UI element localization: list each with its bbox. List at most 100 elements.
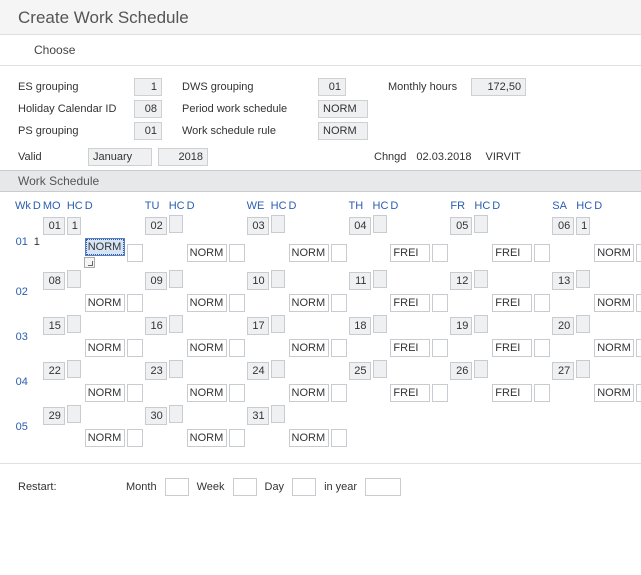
ws-input[interactable] [636,384,641,402]
hc-cell [474,270,488,288]
restart-day-input[interactable] [292,478,316,496]
hc-cell [474,315,488,333]
date-cell: 01 [43,217,65,235]
date-cell: 19 [450,317,472,335]
col-fr: FR [449,192,473,214]
col-ws [126,192,144,214]
dws-input[interactable] [85,384,125,402]
hc-cell [67,315,81,333]
week-number: 05 [14,404,32,449]
choose-button[interactable]: Choose [34,43,75,57]
dws-input[interactable] [390,339,430,357]
col-ws [533,192,551,214]
hc-cell: 1 [576,217,590,235]
ws-input[interactable] [127,384,143,402]
date-cell: 22 [43,362,65,380]
es-grouping-label: ES grouping [18,81,128,93]
dws-input[interactable] [390,244,430,262]
dws-input[interactable] [289,339,329,357]
ws-input[interactable] [432,384,448,402]
ws-input[interactable] [432,294,448,312]
ws-input[interactable] [331,339,347,357]
ws-input[interactable] [534,294,550,312]
col-hc: HC [270,192,288,214]
hc-cell [271,315,285,333]
ws-input[interactable] [229,294,245,312]
dws-input[interactable] [187,429,227,447]
f4-help-icon[interactable] [84,257,95,268]
form-area: ES grouping 1 Holiday Calendar ID 08 PS … [0,66,641,144]
restart-label: Restart: [18,481,118,493]
dws-input[interactable] [594,339,634,357]
ps-grouping-label: PS grouping [18,125,128,137]
dws-input[interactable] [390,294,430,312]
date-cell: 13 [552,272,574,290]
date-cell: 05 [450,217,472,235]
ws-input[interactable] [331,294,347,312]
hc-cell [373,215,387,233]
dws-input[interactable] [289,384,329,402]
ws-input[interactable] [127,339,143,357]
dws-input[interactable] [492,384,532,402]
dws-input[interactable] [85,238,125,256]
col-ws [635,192,641,214]
ws-input[interactable] [127,294,143,312]
ps-grouping-value: 01 [134,122,162,140]
ws-input[interactable] [331,429,347,447]
hc-cell [373,315,387,333]
restart-month-input[interactable] [165,478,189,496]
ws-input[interactable] [229,429,245,447]
dws-input[interactable] [187,244,227,262]
dws-input[interactable] [85,339,125,357]
restart-year-input[interactable] [365,478,401,496]
d-col [32,359,42,404]
date-cell: 27 [552,362,574,380]
dws-input[interactable] [492,339,532,357]
ws-input[interactable] [331,384,347,402]
dws-input[interactable] [289,429,329,447]
dws-input[interactable] [85,294,125,312]
dws-input[interactable] [594,294,634,312]
dws-input[interactable] [187,339,227,357]
ws-input[interactable] [534,384,550,402]
hc-cell [67,270,81,288]
ws-input[interactable] [229,339,245,357]
ws-input[interactable] [534,244,550,262]
dws-input[interactable] [594,384,634,402]
restart-row: Restart: Month Week Day in year [0,463,641,510]
ws-input[interactable] [229,244,245,262]
dws-input[interactable] [289,294,329,312]
week-number: 02 [14,269,32,314]
ws-input[interactable] [127,244,143,262]
col-d: D [32,192,42,214]
ws-input[interactable] [229,384,245,402]
ws-input[interactable] [636,339,641,357]
dws-input[interactable] [390,384,430,402]
date-cell: 20 [552,317,574,335]
hc-cell [67,360,81,378]
restart-month-label: Month [126,481,157,493]
ws-input[interactable] [636,244,641,262]
ws-rule-label: Work schedule rule [182,125,312,137]
ws-input[interactable] [636,294,641,312]
week-number: 01 [14,214,32,269]
work-schedule-section-title: Work Schedule [0,170,641,192]
restart-week-input[interactable] [233,478,257,496]
dws-input[interactable] [594,244,634,262]
ws-input[interactable] [331,244,347,262]
ws-input[interactable] [432,339,448,357]
dws-input[interactable] [492,244,532,262]
dws-input[interactable] [289,244,329,262]
date-cell: 26 [450,362,472,380]
col-d-dws: D [288,192,330,214]
col-d-dws: D [186,192,228,214]
week-number: 03 [14,314,32,359]
dws-input[interactable] [187,294,227,312]
ws-input[interactable] [534,339,550,357]
ws-input[interactable] [432,244,448,262]
dws-input[interactable] [85,429,125,447]
dws-input[interactable] [187,384,227,402]
ws-input[interactable] [127,429,143,447]
dws-input[interactable] [492,294,532,312]
hc-cell [67,405,81,423]
